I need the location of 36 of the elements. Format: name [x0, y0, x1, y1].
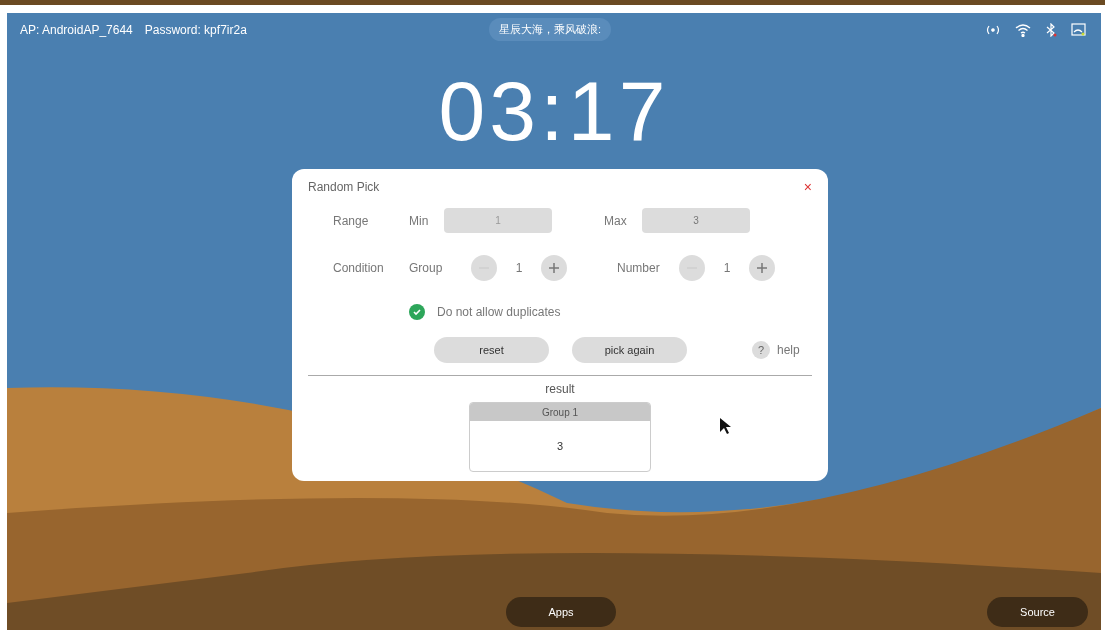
action-button[interactable]: reset [434, 337, 549, 363]
help-icon[interactable]: ? [752, 341, 770, 359]
mouse-pointer-icon [719, 417, 731, 435]
stepper-value: 1 [722, 260, 732, 277]
group-result: 3 [555, 438, 565, 454]
dock-button[interactable]: Source [987, 597, 1088, 627]
help-link[interactable]: help [777, 341, 800, 359]
stepper-label: Group [409, 260, 444, 277]
result-title: result [545, 381, 575, 398]
increment-button[interactable] [541, 255, 567, 281]
stepper-value: 1 [514, 260, 524, 277]
network-info: AP: AndroidAP_7644 [20, 22, 133, 39]
bluetooth-icon[interactable] [1045, 23, 1057, 37]
banner-pill: 星辰大海，乘风破浪: [489, 18, 612, 41]
close-button[interactable]: × [803, 180, 812, 194]
increment-button[interactable] [749, 255, 775, 281]
plus-icon [756, 262, 768, 274]
clock-time: 03:17 [438, 69, 670, 153]
hotspot-icon[interactable] [985, 24, 1001, 36]
password-info: Password: kpf7ir2a [144, 22, 247, 39]
condition-label: Condition [333, 260, 385, 277]
dock-button[interactable]: Apps [506, 597, 616, 627]
min-label: Min [409, 212, 430, 230]
dialog-title: Random Pick [308, 179, 380, 196]
max-label: Max [604, 212, 628, 230]
max-input[interactable]: 3 [642, 208, 750, 233]
group-header: Group 1 [470, 403, 650, 421]
duplicates-label: Do not allow duplicates [437, 304, 561, 321]
wifi-icon[interactable] [1015, 23, 1031, 37]
duplicates-checkbox[interactable] [409, 304, 425, 320]
stepper-label: Number [617, 260, 661, 277]
checkmark-icon [412, 307, 422, 317]
screen-cast-icon[interactable] [1071, 23, 1086, 37]
range-label: Range [333, 212, 370, 230]
plus-icon [548, 262, 560, 274]
action-button[interactable]: pick again [572, 337, 687, 363]
